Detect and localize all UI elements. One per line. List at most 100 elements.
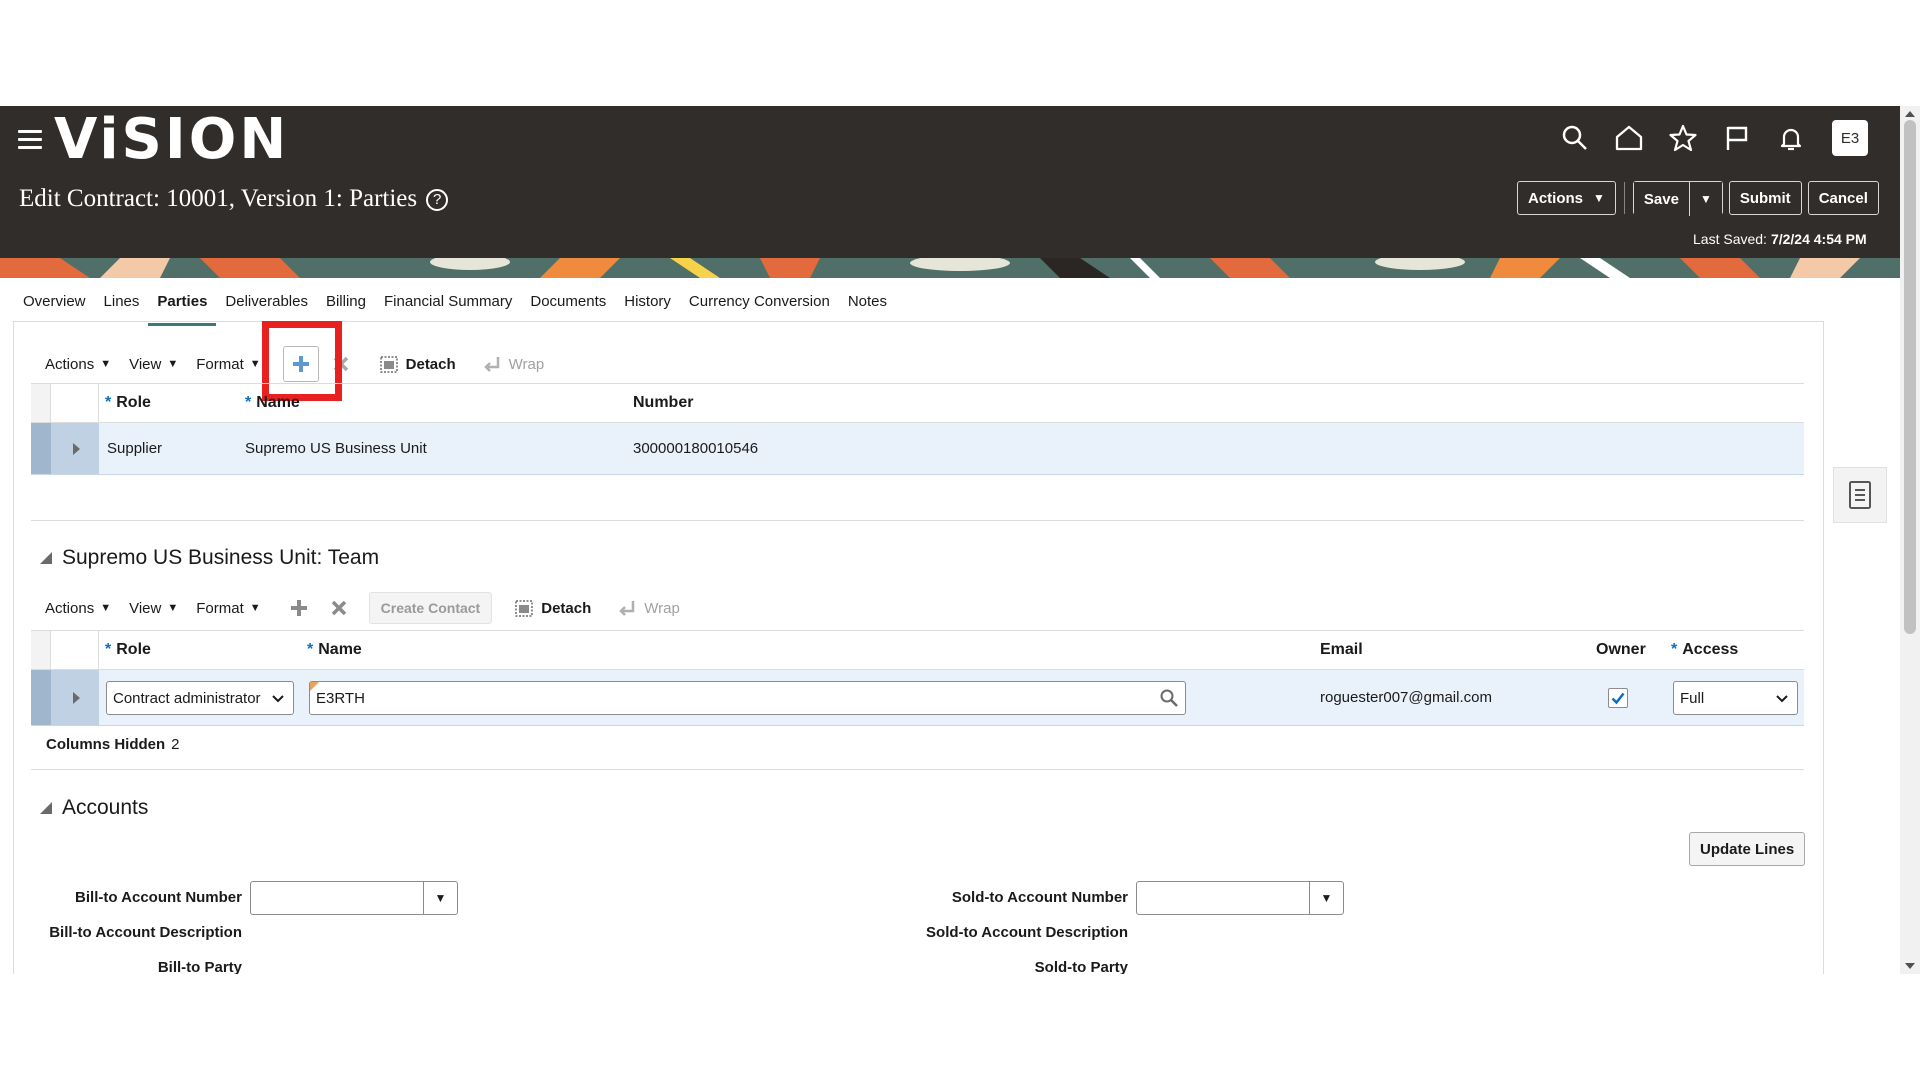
tab-lines[interactable]: Lines bbox=[95, 278, 149, 326]
tab-deliverables[interactable]: Deliverables bbox=[216, 278, 317, 326]
team-email: roguester007@gmail.com bbox=[1320, 689, 1492, 706]
required-star: * bbox=[105, 394, 112, 411]
divider bbox=[31, 769, 1804, 770]
owner-checkbox[interactable] bbox=[1608, 688, 1628, 708]
chevron-down-icon: ▼ bbox=[1593, 191, 1605, 205]
help-icon[interactable]: ? bbox=[426, 189, 449, 211]
team-wrap-button[interactable]: Wrap bbox=[619, 599, 680, 617]
expand-row-icon[interactable] bbox=[73, 691, 80, 704]
delete-party-button[interactable] bbox=[325, 348, 357, 380]
required-star: * bbox=[245, 394, 252, 411]
accounts-section-header[interactable]: Accounts bbox=[40, 796, 148, 820]
bill-to-account-description-label: Bill-to Account Description bbox=[49, 924, 242, 941]
team-detach-button[interactable]: Detach bbox=[514, 598, 591, 618]
add-team-member-button[interactable] bbox=[283, 592, 315, 624]
detach-icon bbox=[379, 356, 398, 373]
table-row[interactable]: Contract administrator E3RTH roguester00… bbox=[31, 670, 1804, 726]
save-button[interactable]: Save bbox=[1633, 182, 1689, 216]
team-role-value: Contract administrator bbox=[113, 689, 261, 707]
chevron-down-icon: ▼ bbox=[100, 358, 112, 370]
tab-notes[interactable]: Notes bbox=[839, 278, 896, 326]
column-header-number[interactable]: Number bbox=[633, 394, 693, 412]
sold-to-account-number-combo[interactable]: ▼ bbox=[1136, 881, 1344, 915]
expand-row-icon[interactable] bbox=[73, 442, 80, 455]
create-contact-button[interactable]: Create Contact bbox=[368, 592, 493, 624]
tab-parties[interactable]: Parties bbox=[148, 278, 217, 326]
scroll-up-arrow-icon[interactable] bbox=[1905, 111, 1915, 117]
table-row[interactable]: Supplier Supremo US Business Unit 300000… bbox=[31, 423, 1804, 475]
access-select[interactable]: Full bbox=[1673, 681, 1798, 715]
column-header-owner-label: Owner bbox=[1596, 641, 1646, 658]
home-icon[interactable] bbox=[1614, 123, 1644, 153]
column-header-role[interactable]: * Role bbox=[105, 641, 151, 659]
parties-view-menu[interactable]: View ▼ bbox=[129, 356, 178, 373]
cancel-button[interactable]: Cancel bbox=[1807, 181, 1879, 215]
search-icon[interactable] bbox=[1159, 688, 1179, 708]
tab-billing[interactable]: Billing bbox=[317, 278, 375, 326]
team-name-input[interactable]: E3RTH bbox=[309, 681, 1186, 715]
user-avatar[interactable]: E3 bbox=[1832, 120, 1868, 156]
add-party-button[interactable] bbox=[282, 346, 319, 382]
sold-to-account-number-label: Sold-to Account Number bbox=[951, 889, 1128, 906]
vertical-scrollbar[interactable] bbox=[1900, 106, 1920, 974]
team-section-header[interactable]: Supremo US Business Unit: Team bbox=[40, 546, 379, 570]
parties-format-menu[interactable]: Format ▼ bbox=[196, 356, 260, 373]
tab-financial-summary[interactable]: Financial Summary bbox=[375, 278, 521, 326]
divider bbox=[1623, 182, 1625, 214]
side-panel-toggle[interactable] bbox=[1833, 467, 1887, 523]
tab-history[interactable]: History bbox=[615, 278, 680, 326]
tab-documents[interactable]: Documents bbox=[521, 278, 615, 326]
sold-to-account-dropdown-button[interactable]: ▼ bbox=[1309, 882, 1343, 914]
save-split-button: Save ▼ bbox=[1632, 181, 1723, 216]
flag-icon[interactable] bbox=[1722, 123, 1752, 153]
team-section-title: Supremo US Business Unit: Team bbox=[62, 546, 380, 569]
bill-to-account-number-combo[interactable]: ▼ bbox=[250, 881, 458, 915]
team-toolbar: Actions ▼ View ▼ Format ▼ Create Contact De… bbox=[45, 592, 694, 624]
team-role-select[interactable]: Contract administrator bbox=[106, 681, 294, 715]
access-value: Full bbox=[1680, 689, 1705, 707]
team-actions-label: Actions bbox=[45, 599, 95, 617]
column-header-name[interactable]: * Name bbox=[307, 641, 362, 659]
search-icon[interactable] bbox=[1560, 123, 1590, 153]
tab-overview[interactable]: Overview bbox=[14, 278, 95, 326]
scroll-down-arrow-icon[interactable] bbox=[1905, 963, 1915, 969]
header-actions-menu[interactable]: Actions ▼ bbox=[1517, 181, 1616, 215]
save-options-button[interactable]: ▼ bbox=[1688, 182, 1722, 216]
checkmark-icon bbox=[1611, 692, 1625, 705]
column-header-email[interactable]: Email bbox=[1320, 641, 1363, 659]
delete-x-icon bbox=[331, 600, 346, 616]
page-title-text: Edit Contract: 10001, Version 1: Parties bbox=[19, 185, 418, 212]
favorites-star-icon[interactable] bbox=[1668, 123, 1698, 153]
chevron-down-icon: ▼ bbox=[1320, 891, 1333, 905]
last-saved-label: Last Saved: bbox=[1693, 231, 1767, 247]
team-view-menu[interactable]: View ▼ bbox=[129, 600, 178, 617]
tab-currency-conversion[interactable]: Currency Conversion bbox=[680, 278, 839, 326]
party-name: Supremo US Business Unit bbox=[245, 440, 427, 457]
chevron-down-icon: ▼ bbox=[249, 602, 261, 614]
column-header-name-label: Name bbox=[256, 394, 300, 411]
menu-icon[interactable] bbox=[18, 130, 42, 150]
bill-to-account-number-label: Bill-to Account Number bbox=[75, 889, 242, 906]
submit-button[interactable]: Submit bbox=[1728, 181, 1802, 215]
detach-icon bbox=[515, 600, 533, 617]
collapse-triangle-icon bbox=[40, 552, 52, 564]
column-header-role[interactable]: * Role bbox=[105, 394, 151, 412]
parties-wrap-label: Wrap bbox=[508, 355, 545, 373]
wrap-icon bbox=[619, 601, 635, 616]
parties-actions-menu[interactable]: Actions ▼ bbox=[45, 356, 111, 373]
delete-team-member-button[interactable] bbox=[323, 592, 355, 624]
column-header-owner[interactable]: Owner bbox=[1596, 641, 1646, 659]
chevron-down-icon: ▼ bbox=[167, 602, 179, 614]
update-lines-button[interactable]: Update Lines bbox=[1689, 832, 1806, 866]
team-format-label: Format bbox=[196, 599, 244, 617]
column-header-name[interactable]: * Name bbox=[245, 394, 300, 412]
team-format-menu[interactable]: Format ▼ bbox=[196, 600, 260, 617]
parties-detach-button[interactable]: Detach bbox=[379, 354, 456, 374]
bill-to-account-dropdown-button[interactable]: ▼ bbox=[423, 882, 457, 914]
columns-hidden-status: Columns Hidden 2 bbox=[46, 736, 180, 753]
scrollbar-thumb[interactable] bbox=[1904, 120, 1916, 634]
column-header-access[interactable]: * Access bbox=[1671, 641, 1738, 659]
parties-wrap-button[interactable]: Wrap bbox=[483, 355, 545, 373]
notifications-bell-icon[interactable] bbox=[1776, 123, 1806, 153]
team-actions-menu[interactable]: Actions ▼ bbox=[45, 600, 111, 617]
